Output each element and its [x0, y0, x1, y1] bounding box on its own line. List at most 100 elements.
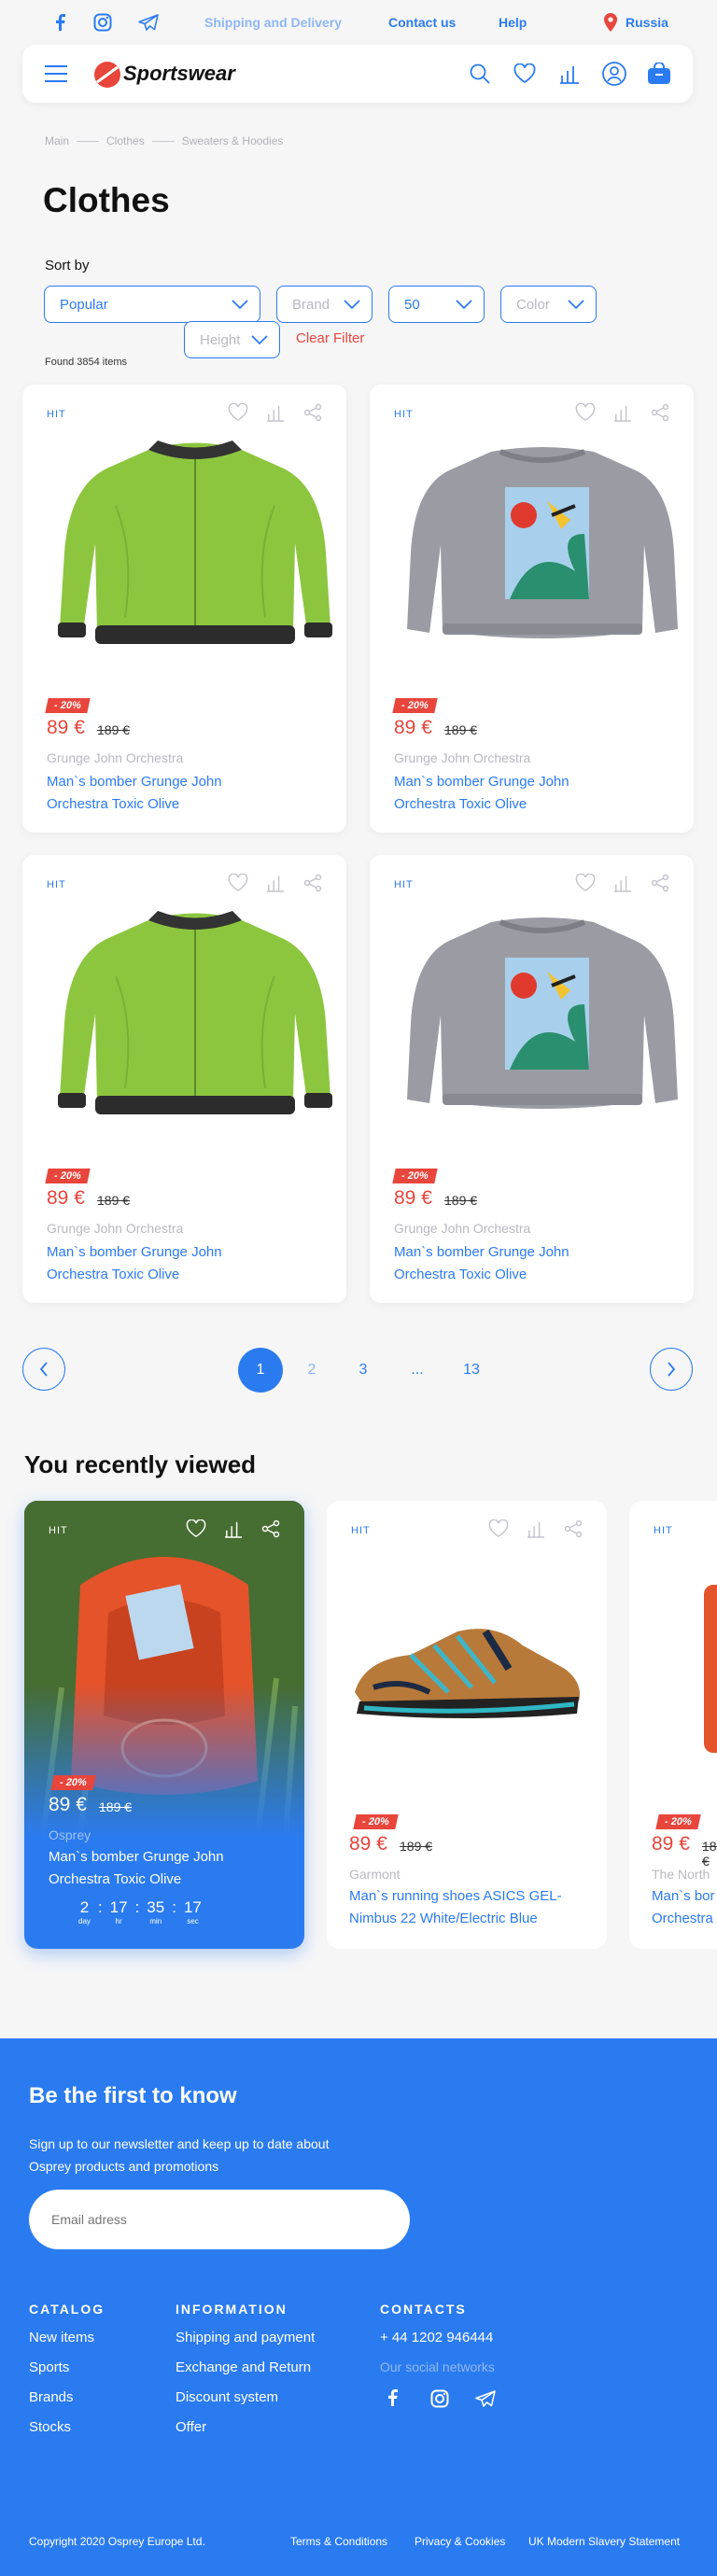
share-icon[interactable] [649, 872, 671, 894]
product-brand: Grunge John Orchestra [394, 1221, 531, 1236]
terms-link[interactable]: Terms & Conditions [290, 2535, 387, 2548]
product-name[interactable]: Man`s running shoes ASICS GEL-Nimbus 22 … [349, 1885, 583, 1930]
brand-select[interactable]: Brand [276, 286, 373, 323]
search-icon[interactable] [467, 61, 493, 87]
heart-icon[interactable] [227, 872, 249, 894]
compare-icon[interactable] [264, 401, 287, 424]
instagram-icon[interactable] [430, 2389, 449, 2413]
product-card[interactable]: HIT - 20% 89 € 189 € Grunge John Orchest… [370, 385, 694, 833]
product-image-shoe[interactable] [345, 1603, 588, 1743]
privacy-link[interactable]: Privacy & Cookies [415, 2535, 505, 2548]
product-name[interactable]: Man`s bomber Grunge John Orchestra Toxic… [49, 1846, 273, 1891]
color-select[interactable]: Color [500, 286, 597, 323]
breadcrumb-main[interactable]: Main [45, 134, 69, 147]
sort-label: Sort by [45, 258, 90, 273]
compare-icon[interactable] [612, 401, 634, 424]
prev-page-button[interactable] [22, 1348, 65, 1391]
share-icon[interactable] [562, 1518, 584, 1540]
share-icon[interactable] [260, 1518, 282, 1540]
footer-link-stocks[interactable]: Stocks [29, 2419, 71, 2435]
product-name[interactable]: Man`s bor Orchestra [652, 1885, 717, 1930]
telegram-icon[interactable] [475, 2390, 496, 2412]
help-link[interactable]: Help [499, 15, 527, 30]
old-price: 189 € [444, 1193, 478, 1208]
product-brand: Grunge John Orchestra [394, 750, 531, 765]
product-image-sweater[interactable] [398, 902, 687, 1135]
telegram-icon[interactable] [138, 13, 159, 32]
page-2-button[interactable]: 2 [289, 1348, 334, 1393]
share-icon[interactable] [302, 401, 324, 424]
product-card[interactable]: HIT - 20% 89 € 189 € Grunge John Orchest… [22, 385, 346, 833]
share-icon[interactable] [649, 401, 671, 424]
product-image-partial[interactable] [704, 1585, 717, 1753]
facebook-icon[interactable] [50, 13, 69, 32]
compare-icon[interactable] [556, 61, 583, 87]
heart-icon[interactable] [227, 401, 249, 424]
compare-icon[interactable] [264, 872, 287, 894]
footer-link-sports[interactable]: Sports [29, 2359, 69, 2375]
cart-icon[interactable] [646, 61, 672, 87]
product-name[interactable]: Man`s bomber Grunge John Orchestra Toxic… [394, 771, 618, 816]
user-icon[interactable] [601, 61, 627, 87]
discount-badge: - 20% [655, 1814, 701, 1829]
facebook-icon[interactable] [387, 2388, 398, 2411]
location-selector[interactable]: Russia [626, 15, 668, 30]
heart-icon[interactable] [574, 401, 597, 424]
chevron-right-icon [668, 1362, 676, 1377]
logo-icon [93, 61, 121, 89]
footer-link-discount[interactable]: Discount system [176, 2389, 278, 2405]
recent-card-partial[interactable]: HIT - 20% 89 € 189 € The North Man`s bor… [629, 1501, 717, 1949]
product-image-sweater[interactable] [398, 431, 687, 665]
shipping-delivery-link[interactable]: Shipping and Delivery [204, 15, 342, 30]
old-price: 189 € [99, 1799, 133, 1814]
heart-icon[interactable] [185, 1518, 207, 1540]
share-icon[interactable] [302, 872, 324, 894]
recent-card-featured[interactable]: HIT - 20% 89 € 189 € Osprey Man`s bomber… [24, 1501, 304, 1949]
discount-badge: - 20% [45, 698, 91, 713]
email-input[interactable] [29, 2190, 410, 2249]
contact-phone[interactable]: + 44 1202 946444 [380, 2330, 493, 2345]
footer-link-exchange[interactable]: Exchange and Return [176, 2359, 311, 2375]
heart-icon[interactable] [487, 1518, 510, 1540]
old-price: 189 € [97, 1193, 131, 1208]
price: 89 € [47, 1187, 85, 1209]
next-page-button[interactable] [650, 1348, 693, 1391]
per-page-select[interactable]: 50 [388, 286, 485, 323]
footer-link-new-items[interactable]: New items [29, 2330, 94, 2345]
height-select[interactable]: Height [184, 321, 280, 358]
contact-us-link[interactable]: Contact us [388, 15, 456, 30]
menu-icon[interactable] [43, 61, 69, 87]
product-image-jacket[interactable] [50, 431, 340, 665]
logo-text[interactable]: Sportswear [123, 62, 235, 86]
countdown-timer: 2 day : 17 hr : 35 min : 17 sec [78, 1898, 202, 1925]
page-1-button[interactable]: 1 [238, 1348, 283, 1393]
heart-icon[interactable] [512, 61, 538, 87]
product-name[interactable]: Man`s bomber Grunge John Orchestra Toxic… [47, 771, 271, 816]
compare-icon[interactable] [222, 1518, 245, 1540]
timer-hours: 17 hr [109, 1898, 128, 1925]
product-name[interactable]: Man`s bomber Grunge John Orchestra Toxic… [47, 1241, 271, 1286]
page-3-button[interactable]: 3 [341, 1348, 386, 1393]
footer-link-offer[interactable]: Offer [176, 2419, 206, 2435]
footer-link-brands[interactable]: Brands [29, 2389, 74, 2405]
sort-select[interactable]: Popular [44, 286, 260, 323]
chevron-down-icon [251, 335, 268, 345]
discount-badge: - 20% [392, 1169, 438, 1183]
instagram-icon[interactable] [93, 13, 112, 32]
compare-icon[interactable] [525, 1518, 547, 1540]
breadcrumb-clothes[interactable]: Clothes [106, 134, 145, 147]
slavery-statement-link[interactable]: UK Modern Slavery Statement [528, 2535, 680, 2548]
product-name[interactable]: Man`s bomber Grunge John Orchestra Toxic… [394, 1241, 618, 1286]
page-13-button[interactable]: 13 [449, 1348, 494, 1393]
recent-card[interactable]: HIT - 20% 89 € 189 € Garmont Man`s runni… [327, 1501, 607, 1949]
product-card[interactable]: HIT - 20% 89 € 189 € Grunge John Orchest… [370, 855, 694, 1303]
product-image-jacket[interactable] [50, 902, 340, 1135]
page-ellipsis: ... [411, 1362, 424, 1378]
compare-icon[interactable] [612, 872, 634, 894]
heart-icon[interactable] [574, 872, 597, 894]
clear-filter-button[interactable]: Clear Filter [296, 330, 364, 346]
product-card[interactable]: HIT - 20% 89 € 189 € Grunge John Orchest… [22, 855, 346, 1303]
discount-badge: - 20% [50, 1775, 96, 1790]
footer-link-shipping[interactable]: Shipping and payment [176, 2330, 315, 2345]
social-networks-label: Our social networks [380, 2359, 495, 2374]
